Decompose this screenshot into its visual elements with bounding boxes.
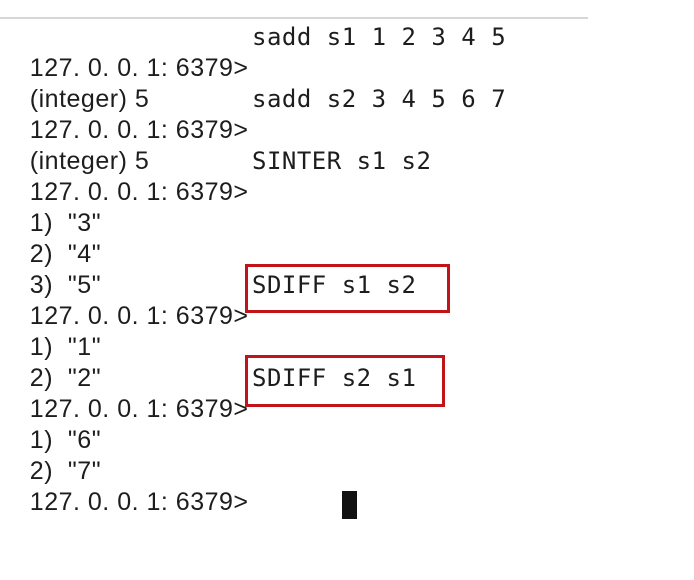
redis-cli-terminal[interactable]: 127. 0. 0. 1: 6379> sadd s1 1 2 3 4 5 (i… — [2, 22, 662, 519]
command-text: sadd s2 3 4 5 6 7 — [252, 85, 507, 113]
terminal-line: 127. 0. 0. 1: 6379> SDIFF s2 s1 — [2, 363, 662, 423]
terminal-line: (integer) 5 — [2, 115, 662, 175]
prompt: 127. 0. 0. 1: 6379> — [29, 488, 249, 516]
terminal-line: 1) "3" — [2, 177, 662, 237]
terminal-line: 1) "1" — [2, 301, 662, 361]
command-text: SDIFF s1 s2 — [252, 271, 417, 299]
terminal-line: 3) "5" — [2, 239, 662, 299]
terminal-line: 127. 0. 0. 1: 6379> — [2, 456, 662, 519]
command-text: SDIFF s2 s1 — [252, 364, 417, 392]
input-area[interactable] — [252, 456, 357, 550]
command-text: SINTER s1 s2 — [252, 147, 432, 175]
top-divider — [0, 17, 588, 19]
terminal-line: 2) "7" — [2, 425, 662, 485]
terminal-line: 2) "2" — [2, 332, 662, 392]
terminal-line: 2) "4" — [2, 208, 662, 268]
terminal-line: 1) "6" — [2, 394, 662, 454]
text-cursor — [341, 491, 357, 519]
terminal-line: (integer) 5 — [2, 53, 662, 113]
terminal-line: 127. 0. 0. 1: 6379> sadd s1 1 2 3 4 5 — [2, 22, 662, 82]
terminal-line: 127. 0. 0. 1: 6379> SDIFF s1 s2 — [2, 270, 662, 330]
terminal-line: 127. 0. 0. 1: 6379> SINTER s1 s2 — [2, 146, 662, 206]
terminal-line: 127. 0. 0. 1: 6379> sadd s2 3 4 5 6 7 — [2, 84, 662, 144]
command-text: sadd s1 1 2 3 4 5 — [252, 23, 507, 51]
